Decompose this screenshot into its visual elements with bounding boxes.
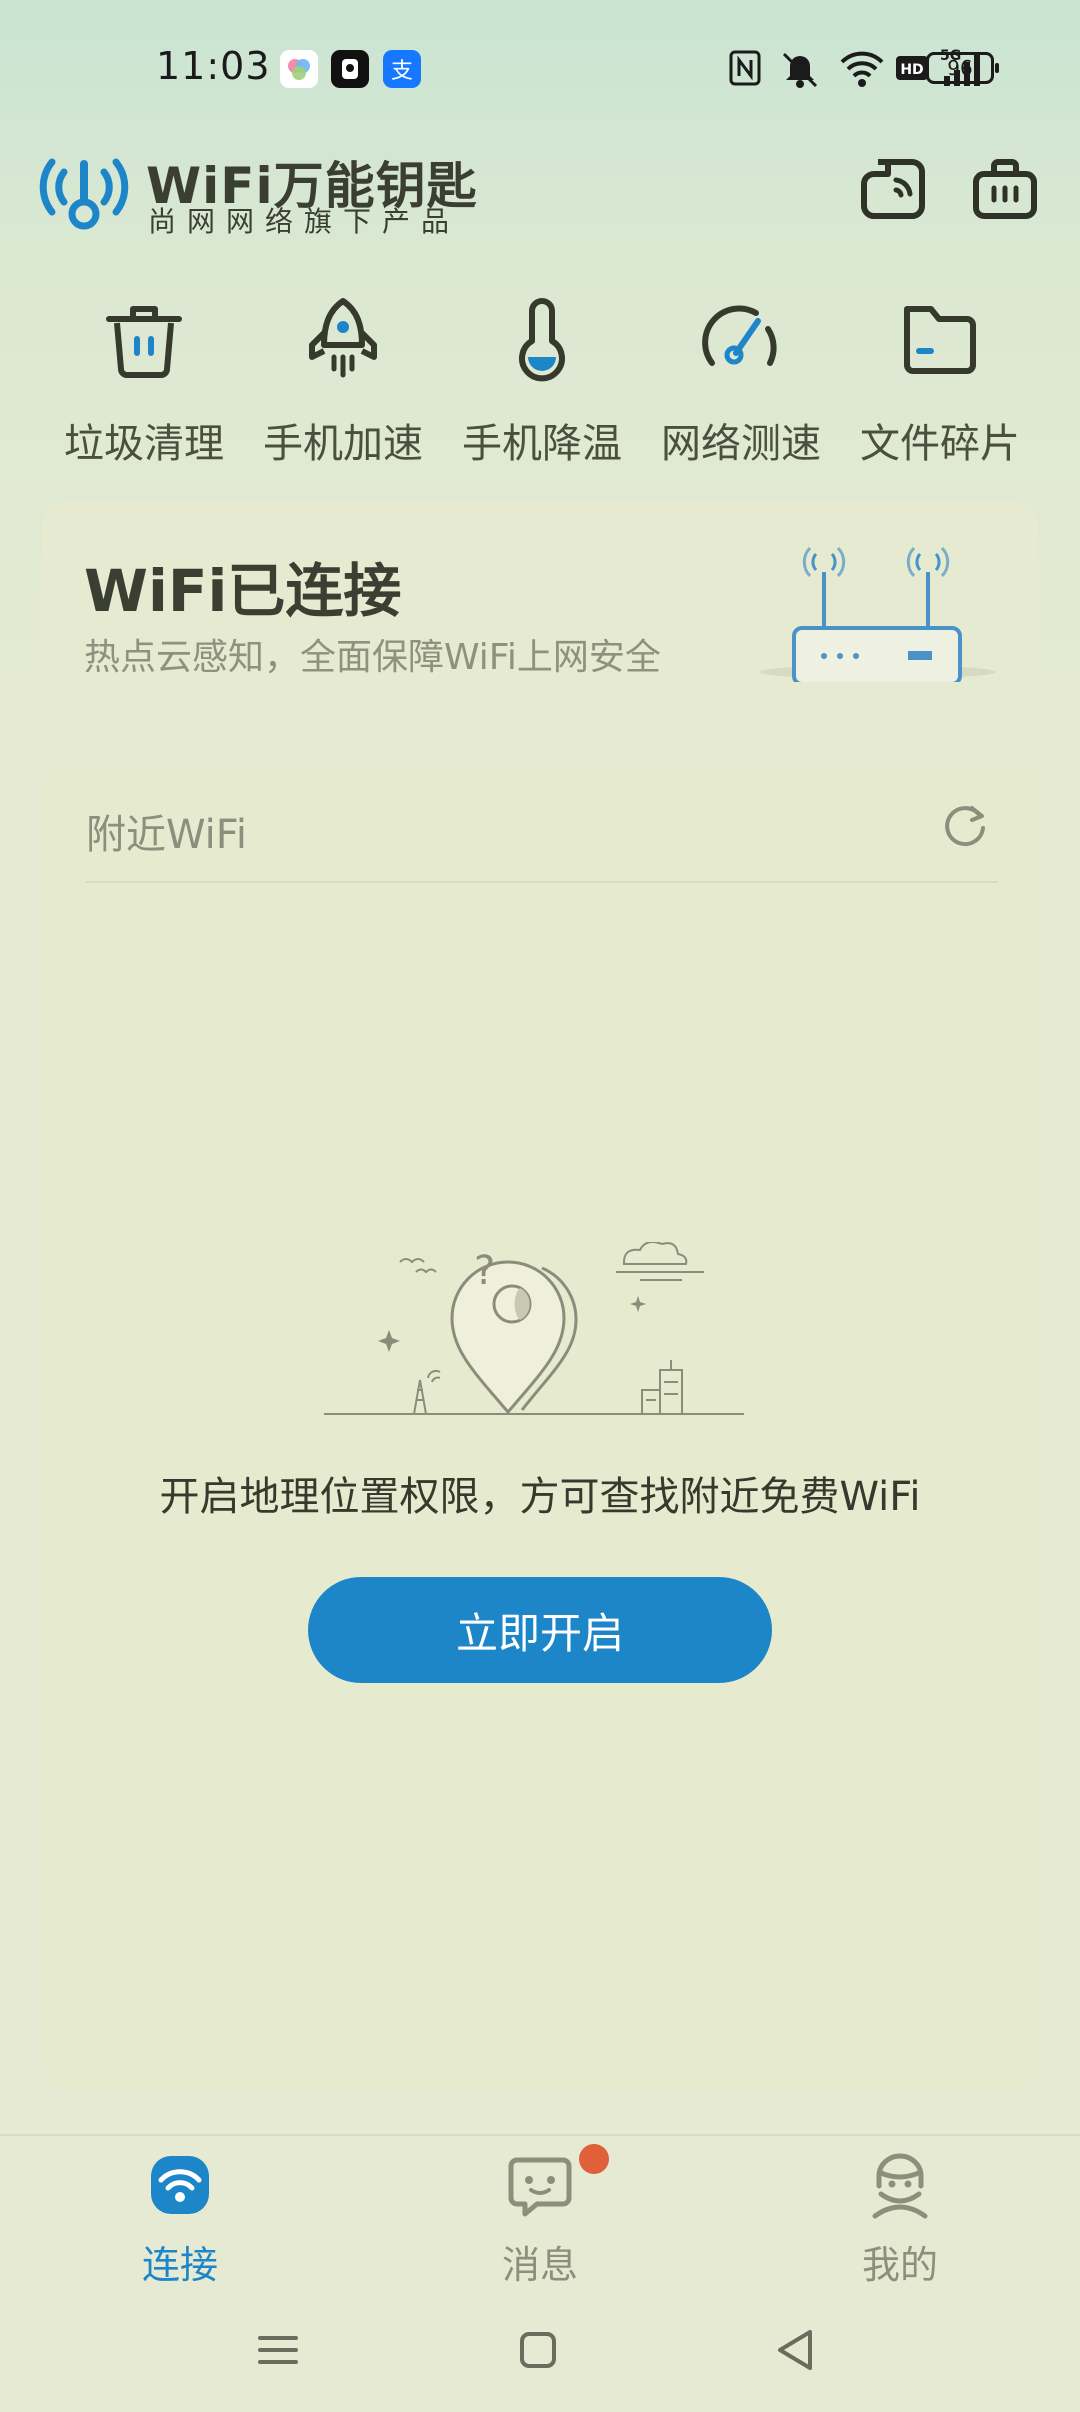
message-badge — [579, 2144, 609, 2174]
photos-app-icon — [280, 50, 318, 88]
camera-app-icon — [331, 50, 369, 88]
profile-icon — [872, 2153, 928, 2219]
wifi-icon — [840, 51, 884, 87]
trash-icon — [106, 306, 182, 378]
tool-trash-clean[interactable]: 垃圾清理 — [44, 295, 244, 469]
nav-label: 连接 — [141, 2243, 218, 2287]
back-icon[interactable] — [766, 2320, 826, 2380]
nav-item-connect[interactable]: 连接 — [80, 2150, 280, 2289]
wifi-key-logo-icon — [39, 158, 129, 230]
nearby-wifi-card: 附近WiFi ? 开启地理位置权限，方可查找附近免费WiFi 立即开启 — [42, 764, 1038, 2090]
folder-icon — [904, 306, 976, 374]
enable-location-button[interactable]: 立即开启 — [308, 1577, 772, 1683]
speedometer-icon — [702, 305, 777, 366]
system-nav-bar — [0, 2300, 1080, 2412]
wifi-connect-icon — [151, 2156, 209, 2214]
home-icon[interactable] — [508, 2320, 568, 2380]
status-indicators: HD 5G 96 — [660, 46, 1080, 90]
connection-title: WiFi已连接 — [84, 557, 402, 625]
hd-icon: HD — [896, 56, 928, 80]
app-subtitle: 尚网网络旗下产品 — [148, 205, 461, 238]
message-icon — [508, 2157, 572, 2217]
alipay-app-icon: 支 — [383, 50, 421, 88]
toolbox-button[interactable] — [970, 154, 1040, 224]
status-time: 11:03 — [156, 44, 271, 88]
tool-file-fragments[interactable]: 文件碎片 — [840, 295, 1040, 469]
scan-button[interactable] — [858, 154, 928, 224]
location-pin-illustration-icon: ? — [324, 1242, 744, 1415]
nav-label: 我的 — [861, 2243, 938, 2287]
app-header: WiFi万能钥匙 尚网网络旗下产品 — [0, 140, 1080, 260]
tool-label: 手机降温 — [462, 421, 622, 467]
tool-label: 文件碎片 — [860, 421, 1020, 467]
bottom-nav: 连接 消息 我的 — [0, 2134, 1080, 2287]
tool-label: 垃圾清理 — [64, 421, 224, 467]
wifi-connected-card[interactable]: WiFi已连接 热点云感知，全面保障WiFi上网安全 — [42, 502, 1038, 720]
status-bar: 11:03 支 HD 5G 96 — [0, 0, 1080, 140]
battery-icon: 96 — [926, 52, 999, 84]
tool-speed-test[interactable]: 网络测速 — [641, 295, 841, 469]
router-illustration-icon — [760, 546, 996, 682]
scan-icon — [861, 159, 925, 219]
nearby-title: 附近WiFi — [86, 812, 247, 858]
tool-label: 手机加速 — [263, 421, 423, 467]
location-permission-message: 开启地理位置权限，方可查找附近免费WiFi — [159, 1474, 921, 1520]
menu-icon[interactable] — [248, 2320, 308, 2380]
tools-row: 垃圾清理 手机加速 手机降温 网络测速 文件碎片 — [0, 295, 1080, 475]
nav-item-profile[interactable]: 我的 — [800, 2150, 1000, 2289]
tool-phone-cool[interactable]: 手机降温 — [442, 295, 642, 469]
tool-label: 网络测速 — [661, 421, 821, 467]
rocket-icon — [309, 298, 377, 378]
svg-text:HD: HD — [900, 62, 923, 78]
connection-subtitle: 热点云感知，全面保障WiFi上网安全 — [84, 637, 661, 678]
nfc-icon — [729, 50, 761, 86]
thermometer-icon — [519, 298, 565, 382]
tool-phone-boost[interactable]: 手机加速 — [243, 295, 443, 469]
toolbox-icon — [973, 159, 1037, 219]
divider — [86, 881, 998, 883]
nav-item-messages[interactable]: 消息 — [440, 2144, 640, 2289]
svg-text:?: ? — [474, 1248, 495, 1294]
mute-icon — [782, 52, 818, 88]
refresh-icon[interactable] — [942, 802, 988, 848]
nav-label: 消息 — [501, 2243, 578, 2287]
